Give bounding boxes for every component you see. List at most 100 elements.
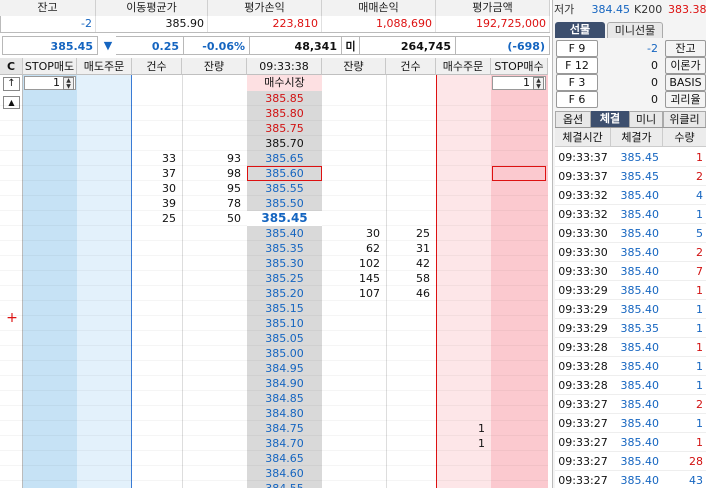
price-cell[interactable]: 385.15 (247, 301, 322, 316)
buy-order-cell[interactable] (436, 256, 491, 271)
buy-order-cell[interactable] (436, 466, 491, 481)
basis-button[interactable]: BASIS (665, 74, 706, 91)
buy-order-cell[interactable] (436, 196, 491, 211)
buy-order-cell[interactable] (436, 271, 491, 286)
stop-sell-spin-icon[interactable]: ▲ ▼ (63, 77, 74, 90)
fkey-f9[interactable]: F 9 (556, 40, 598, 57)
buy-order-cell[interactable] (436, 106, 491, 121)
price-cell[interactable]: 385.45 (247, 211, 322, 226)
scroll-up-button[interactable]: ↑ (3, 77, 20, 91)
order-book-row[interactable]: 385.15 (0, 301, 548, 316)
price-cell[interactable]: 384.60 (247, 466, 322, 481)
buy-order-cell[interactable] (436, 301, 491, 316)
stop-sell-qty-input[interactable]: 1 ▲ ▼ (24, 76, 76, 90)
order-book-row[interactable]: 385.25 145 58 (0, 271, 548, 286)
fkey-f3[interactable]: F 3 (556, 74, 598, 91)
order-book-row[interactable]: 384.75 1 (0, 421, 548, 436)
buy-order-cell[interactable] (436, 361, 491, 376)
buy-order-cell[interactable] (436, 121, 491, 136)
price-cell[interactable]: 385.00 (247, 346, 322, 361)
tab-options[interactable]: 옵션 (555, 111, 591, 127)
clear-button[interactable]: C (0, 58, 23, 75)
fkey-f12[interactable]: F 12 (556, 57, 598, 74)
order-book-row[interactable]: 385.80 (0, 106, 548, 121)
price-cell[interactable]: 385.80 (247, 106, 322, 121)
buy-order-cell[interactable] (436, 481, 491, 488)
buy-order-cell[interactable] (436, 151, 491, 166)
order-book-row[interactable]: 385.85 (0, 91, 548, 106)
price-cell[interactable]: 385.25 (247, 271, 322, 286)
buy-order-cell[interactable] (436, 391, 491, 406)
buy-order-cell[interactable] (436, 166, 491, 181)
buy-order-cell[interactable] (436, 316, 491, 331)
price-cell[interactable]: 385.30 (247, 256, 322, 271)
price-cell[interactable]: 384.55 (247, 481, 322, 488)
price-cell[interactable]: 384.95 (247, 361, 322, 376)
deviation-button[interactable]: 괴리율 (665, 91, 706, 108)
order-book-row[interactable]: 384.85 (0, 391, 548, 406)
order-book-row[interactable]: 385.35 62 31 (0, 241, 548, 256)
order-book-row[interactable]: 385.10 (0, 316, 548, 331)
price-cell[interactable]: 385.55 (247, 181, 322, 196)
buy-order-cell[interactable] (436, 286, 491, 301)
tab-weekly[interactable]: 위클리 (663, 111, 706, 127)
buy-order-cell[interactable]: 1 (436, 436, 491, 451)
price-cell[interactable]: 385.05 (247, 331, 322, 346)
price-cell[interactable]: 384.75 (247, 421, 322, 436)
order-book-row[interactable]: 385.40 30 25 (0, 226, 548, 241)
order-book-row[interactable]: 385.00 (0, 346, 548, 361)
price-cell[interactable]: 385.20 (247, 286, 322, 301)
buy-order-cell[interactable] (436, 451, 491, 466)
stop-buy-spin-icon[interactable]: ▲ ▼ (533, 77, 544, 90)
price-cell[interactable]: 385.75 (247, 121, 322, 136)
buy-order-cell[interactable] (436, 211, 491, 226)
order-book-row[interactable]: 384.70 1 (0, 436, 548, 451)
fkey-f6[interactable]: F 6 (556, 91, 598, 108)
buy-order-cell[interactable] (436, 181, 491, 196)
tab-trades[interactable]: 체결 (591, 111, 629, 127)
price-cell[interactable]: 385.50 (247, 196, 322, 211)
theoretical-price-button[interactable]: 이론가 (665, 57, 706, 74)
buy-order-cell[interactable] (436, 91, 491, 106)
stop-buy-qty-input[interactable]: 1 ▲ ▼ (492, 76, 546, 90)
order-book-row[interactable]: 385.05 (0, 331, 548, 346)
order-book-row[interactable]: 30 95 385.55 (0, 181, 548, 196)
stop-buy-cell[interactable] (492, 166, 546, 181)
order-book-row[interactable]: 384.90 (0, 376, 548, 391)
order-book-row[interactable]: 384.55 (0, 481, 548, 488)
order-book-row[interactable]: 384.60 (0, 466, 548, 481)
buy-order-cell[interactable] (436, 331, 491, 346)
price-cell[interactable]: 384.65 (247, 451, 322, 466)
buy-order-cell[interactable] (436, 226, 491, 241)
order-book-row[interactable]: 33 93 385.65 (0, 151, 548, 166)
price-cell[interactable]: 384.80 (247, 406, 322, 421)
price-cell[interactable]: 385.60 (247, 166, 322, 181)
order-book-row[interactable]: 25 50 385.45 (0, 211, 548, 226)
price-cell[interactable]: 385.65 (247, 151, 322, 166)
price-cell[interactable]: 385.10 (247, 316, 322, 331)
price-cell[interactable]: 384.90 (247, 376, 322, 391)
price-cell[interactable]: 385.40 (247, 226, 322, 241)
balance-button[interactable]: 잔고 (665, 40, 706, 57)
buy-order-cell[interactable] (436, 376, 491, 391)
price-cell[interactable]: 384.85 (247, 391, 322, 406)
order-book-row[interactable]: 385.30 102 42 (0, 256, 548, 271)
buy-order-cell[interactable] (436, 136, 491, 151)
order-book-row[interactable]: 37 98 385.60 (0, 166, 548, 181)
order-book-row[interactable]: 384.95 (0, 361, 548, 376)
order-book-row[interactable]: 385.20 107 46 (0, 286, 548, 301)
order-book-row[interactable]: 385.70 (0, 136, 548, 151)
order-book-row[interactable]: 384.80 (0, 406, 548, 421)
buy-order-cell[interactable]: 1 (436, 421, 491, 436)
price-cell[interactable]: 385.35 (247, 241, 322, 256)
tab-mini-futures[interactable]: 미니선물 (607, 22, 663, 38)
tab-futures[interactable]: 선물 (555, 22, 605, 38)
price-cell[interactable]: 385.85 (247, 91, 322, 106)
buy-order-cell[interactable] (436, 406, 491, 421)
buy-order-cell[interactable] (436, 346, 491, 361)
market-buy-button[interactable]: 매수시장 (247, 75, 322, 91)
price-cell[interactable]: 385.70 (247, 136, 322, 151)
order-book-row[interactable]: 384.65 (0, 451, 548, 466)
tab-mini[interactable]: 미니 (629, 111, 663, 127)
price-cell[interactable]: 384.70 (247, 436, 322, 451)
